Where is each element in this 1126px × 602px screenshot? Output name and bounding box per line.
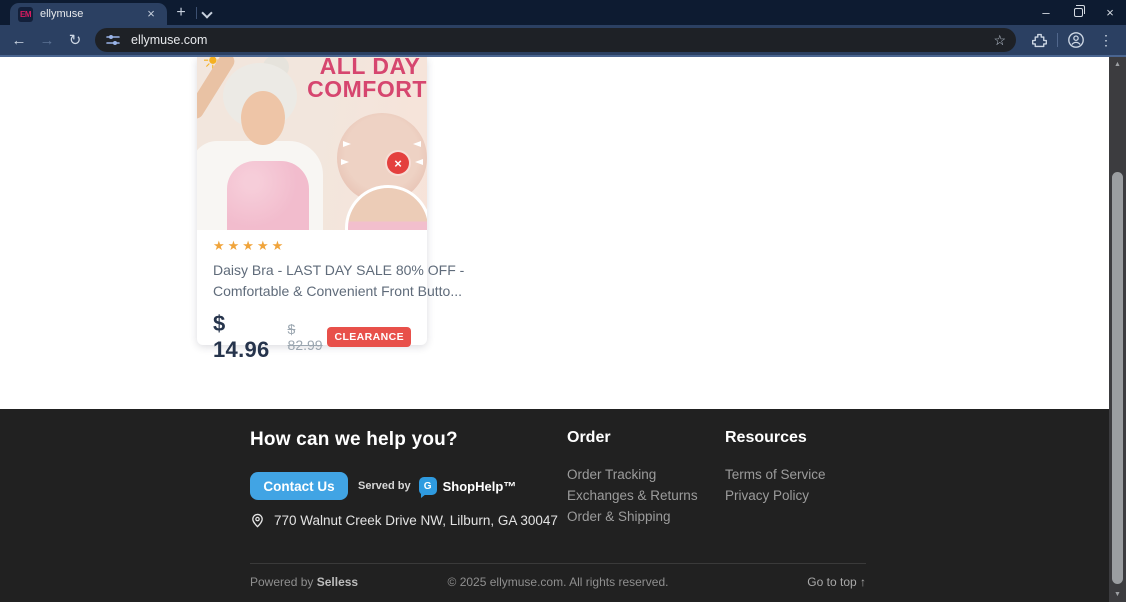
tab-title: ellymuse	[40, 8, 84, 20]
footer-link-exchanges-returns[interactable]: Exchanges & Returns	[567, 488, 698, 503]
footer-bottom-bar: Powered by Selless © 2025 ellymuse.com. …	[250, 573, 866, 593]
browser-toolbar: ← → ↻ ellymuse.com ☆ ⋮	[0, 25, 1126, 57]
menu-button[interactable]: ⋮	[1093, 27, 1119, 53]
copyright-text: © 2025 ellymuse.com. All rights reserved…	[447, 575, 669, 589]
bookmark-star-icon[interactable]: ☆	[993, 32, 1006, 49]
product-image[interactable]: ☀ ALL DAY COMFORT ×	[197, 57, 427, 230]
toolbar-divider	[1057, 33, 1058, 47]
url-text[interactable]: ellymuse.com	[131, 33, 985, 47]
restore-button[interactable]	[1062, 0, 1094, 25]
old-price: $ 82.99	[287, 321, 323, 353]
inset-arrow-icon	[413, 141, 421, 147]
footer-divider	[250, 563, 866, 564]
forward-button: →	[39, 31, 55, 49]
model-face-shape	[241, 91, 285, 145]
address-row: 770 Walnut Creek Drive NW, Lilburn, GA 3…	[250, 513, 558, 528]
inset-arrow-icon	[341, 159, 349, 165]
product-title-line1[interactable]: Daisy Bra - LAST DAY SALE 80% OFF -	[213, 260, 464, 281]
go-to-top-link[interactable]: Go to top ↑	[807, 575, 866, 589]
current-price: $ 14.96	[213, 311, 270, 362]
column-heading: Resources	[725, 429, 807, 446]
footer-link-terms-of-service[interactable]: Terms of Service	[725, 467, 826, 482]
tab-ellymuse[interactable]: EM ellymuse ×	[10, 3, 167, 25]
window-controls: – ×	[1030, 0, 1126, 25]
minimize-button[interactable]: –	[1030, 0, 1062, 25]
store-address: 770 Walnut Creek Drive NW, Lilburn, GA 3…	[274, 513, 558, 528]
contact-us-button[interactable]: Contact Us	[250, 472, 348, 500]
shophelp-logo-icon: G	[418, 477, 437, 498]
address-bar[interactable]: ellymuse.com ☆	[95, 28, 1016, 52]
column-heading: Order	[567, 429, 611, 446]
scrollbar-thumb[interactable]	[1112, 172, 1123, 584]
product-info: ★★★★★ Daisy Bra - LAST DAY SALE 80% OFF …	[197, 230, 464, 363]
close-button[interactable]: ×	[1094, 0, 1126, 25]
location-pin-icon	[252, 513, 263, 528]
footer-link-order-tracking[interactable]: Order Tracking	[567, 467, 656, 482]
tab-bar: EM ellymuse × + – ×	[0, 0, 1126, 25]
product-title-line2[interactable]: Comfortable & Convenient Front Butto...	[213, 281, 462, 302]
tabbar-divider	[196, 7, 197, 19]
extensions-button[interactable]	[1026, 27, 1052, 53]
footer-heading: How can we help you?	[250, 429, 458, 450]
restore-icon	[1073, 5, 1085, 17]
profile-button[interactable]	[1063, 27, 1089, 53]
back-button[interactable]: ←	[7, 28, 31, 52]
vertical-scrollbar[interactable]: ▲ ▼	[1109, 57, 1126, 602]
model-bra-shape	[227, 161, 309, 230]
footer-link-privacy-policy[interactable]: Privacy Policy	[725, 488, 809, 503]
scroll-down-arrow-icon[interactable]: ▼	[1109, 587, 1126, 602]
clearance-badge: CLEARANCE	[327, 327, 411, 347]
footer-container: How can we help you? Contact Us Served b…	[250, 409, 866, 602]
browser-window: EM ellymuse × + – × ← → ↻ ellymuse.com ☆	[0, 0, 1126, 602]
served-by-group[interactable]: Served by G ShopHelp™	[358, 477, 517, 498]
profile-icon	[1068, 32, 1084, 48]
rating-stars: ★★★★★	[213, 238, 287, 253]
page-footer: How can we help you? Contact Us Served b…	[0, 409, 1109, 602]
refresh-button[interactable]: ↻	[63, 28, 87, 52]
red-x-badge-icon: ×	[387, 152, 409, 174]
price-row: $ 14.96 $ 82.99 CLEARANCE	[213, 311, 411, 363]
tab-close-icon[interactable]: ×	[143, 6, 159, 22]
scroll-up-arrow-icon[interactable]: ▲	[1109, 57, 1126, 72]
shophelp-brand: ShopHelp™	[442, 478, 517, 494]
site-favicon: EM	[18, 6, 33, 22]
image-headline-line2: COMFORT	[307, 76, 427, 102]
product-card[interactable]: ☀ ALL DAY COMFORT × ★★★★★	[197, 57, 464, 362]
served-by-label: Served by	[358, 480, 411, 492]
site-settings-icon[interactable]	[105, 32, 121, 48]
inset-arrow-icon	[415, 159, 423, 165]
tab-list-chevron-icon[interactable]	[203, 9, 211, 17]
new-tab-button[interactable]: +	[171, 4, 191, 22]
footer-link-order-shipping[interactable]: Order & Shipping	[567, 509, 671, 524]
page-content: ☀ ALL DAY COMFORT × ★★★★★	[0, 57, 1109, 602]
puzzle-icon	[1031, 33, 1047, 47]
inset-arrow-icon	[343, 141, 351, 147]
